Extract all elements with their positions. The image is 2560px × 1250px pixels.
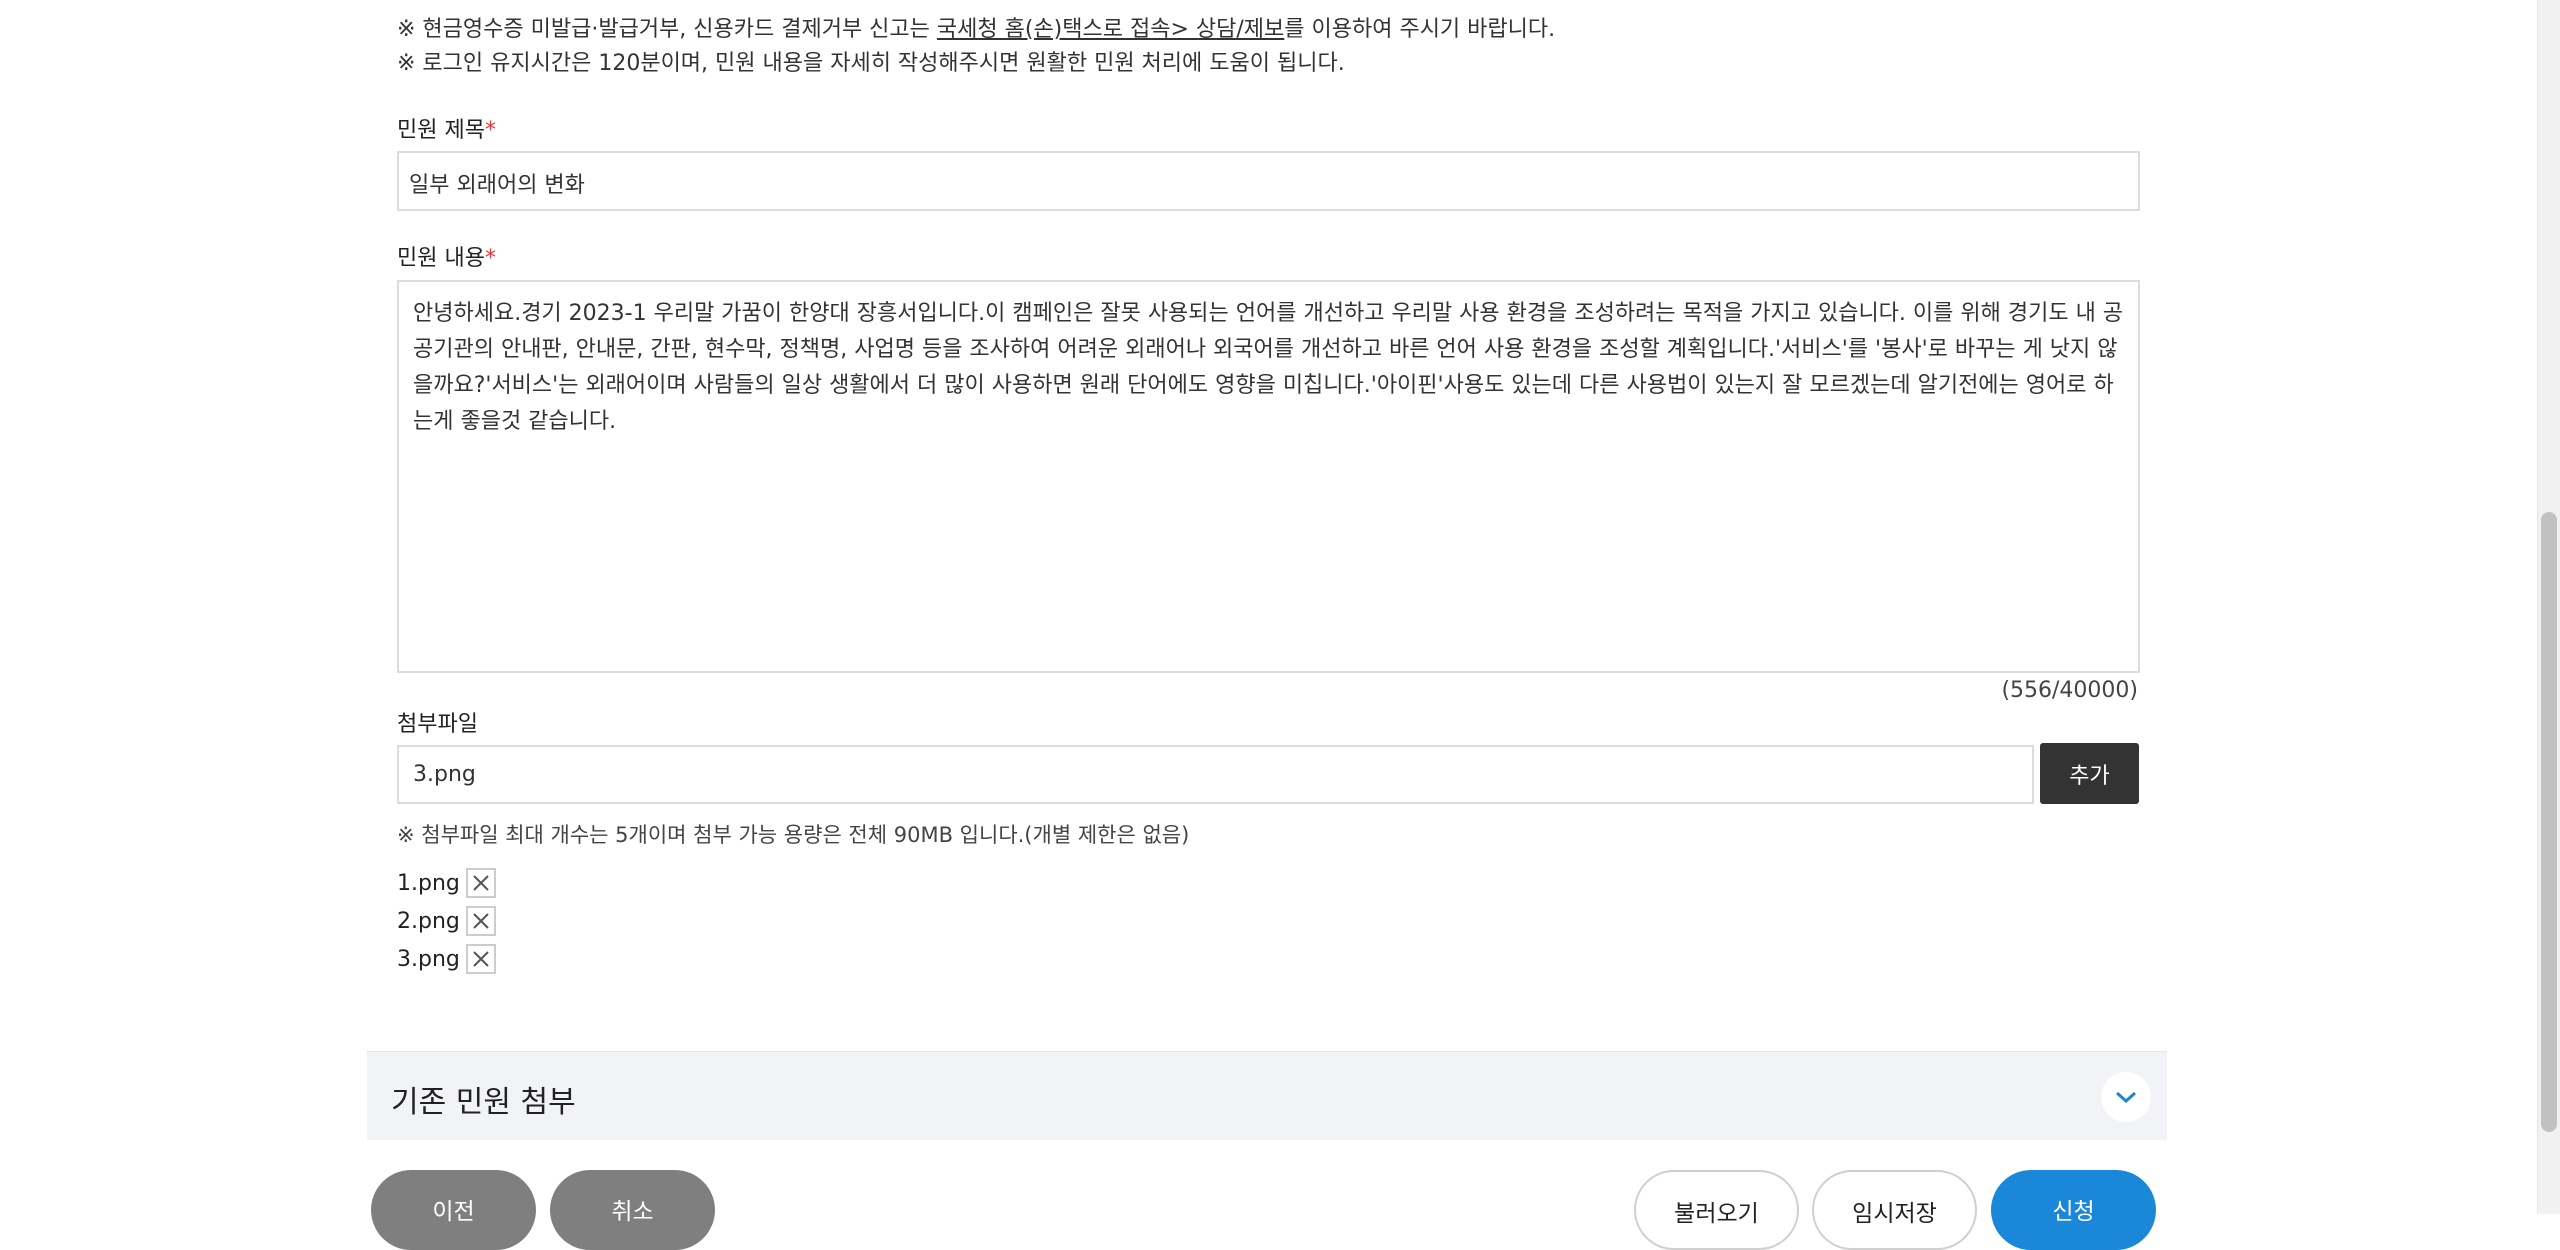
remove-file-button[interactable]: [465, 944, 496, 974]
expand-button[interactable]: [2101, 1072, 2151, 1122]
prev-button[interactable]: 이전: [371, 1170, 536, 1250]
title-input-value: 일부 외래어의 변화: [409, 173, 585, 198]
file-item: 3.png: [397, 944, 496, 974]
remove-file-button[interactable]: [465, 906, 496, 936]
content-label: 민원 내용*: [397, 240, 496, 272]
accordion-title: 기존 민원 첨부: [391, 1085, 576, 1120]
notice-text-suffix: 를 이용하여 주시기 바랍니다.: [1284, 17, 1556, 42]
remove-file-button[interactable]: [465, 868, 496, 898]
load-button[interactable]: 불러오기: [1634, 1170, 1799, 1250]
file-name: 3.png: [397, 946, 460, 972]
close-icon: [473, 951, 489, 967]
scrollbar-thumb[interactable]: [2541, 512, 2557, 1132]
hometax-link[interactable]: 국세청 홈(손)택스로 접속> 상담/제보: [937, 17, 1284, 42]
chevron-down-icon: [2116, 1091, 2136, 1104]
content-textarea-value: 안녕하세요.경기 2023-1 우리말 가꿈이 한양대 장흥서입니다.이 캠페인…: [413, 301, 2124, 434]
required-mark: *: [484, 246, 496, 271]
attach-notice: ※ 첨부파일 최대 개수는 5개이며 첨부 가능 용량은 전체 90MB 입니다…: [397, 823, 1190, 847]
page-scrollbar[interactable]: [2537, 0, 2560, 1214]
close-icon: [473, 913, 489, 929]
notice-login-time: ※ 로그인 유지시간은 120분이며, 민원 내용을 자세히 작성해주시면 원활…: [397, 51, 1345, 76]
title-label: 민원 제목*: [397, 112, 496, 144]
char-counter: (556/40000): [2001, 678, 2138, 703]
file-item: 1.png: [397, 868, 496, 898]
existing-complaint-accordion[interactable]: 기존 민원 첨부: [367, 1051, 2167, 1140]
attach-label: 첨부파일: [397, 712, 478, 737]
required-mark: *: [484, 118, 496, 143]
attach-file-input[interactable]: 3.png: [397, 745, 2034, 804]
content-label-text: 민원 내용: [397, 246, 485, 271]
content-textarea[interactable]: 안녕하세요.경기 2023-1 우리말 가꿈이 한양대 장흥서입니다.이 캠페인…: [397, 280, 2140, 673]
attach-file-value: 3.png: [413, 762, 476, 787]
title-input[interactable]: 일부 외래어의 변화: [397, 151, 2140, 211]
file-name: 2.png: [397, 908, 460, 934]
close-icon: [473, 875, 489, 891]
cancel-button[interactable]: 취소: [550, 1170, 715, 1250]
notice-text: ※ 현금영수증 미발급·발급거부, 신용카드 결제거부 신고는: [397, 17, 937, 42]
submit-button[interactable]: 신청: [1991, 1170, 2156, 1250]
file-name: 1.png: [397, 870, 460, 896]
file-item: 2.png: [397, 906, 496, 936]
title-label-text: 민원 제목: [397, 118, 485, 143]
temp-save-button[interactable]: 임시저장: [1812, 1170, 1977, 1250]
add-file-button[interactable]: 추가: [2040, 743, 2139, 804]
notice-cash-receipt: ※ 현금영수증 미발급·발급거부, 신용카드 결제거부 신고는 국세청 홈(손)…: [397, 15, 1555, 45]
